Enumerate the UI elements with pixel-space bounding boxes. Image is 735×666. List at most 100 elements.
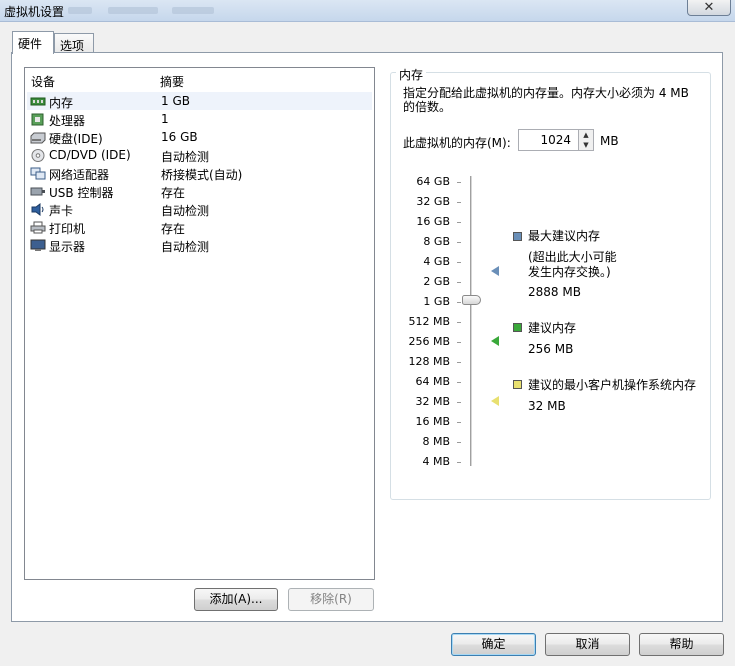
slider-tick-mark bbox=[457, 282, 461, 283]
memory-field-unit: MB bbox=[600, 134, 619, 148]
title-ghost-text bbox=[68, 7, 92, 14]
max-recommended-legend-icon bbox=[513, 232, 522, 241]
recommended-legend-icon bbox=[513, 323, 522, 332]
memory-size-value: 1024 bbox=[540, 133, 571, 147]
close-icon: ✕ bbox=[703, 0, 715, 15]
slider-tick-mark bbox=[457, 362, 461, 363]
cancel-button[interactable]: 取消 bbox=[545, 633, 630, 656]
recommended-marker-icon bbox=[491, 336, 499, 346]
memory-description: 指定分配给此虚拟机的内存量。内存大小必须为 4 MB 的倍数。 bbox=[403, 86, 689, 114]
device-name: USB 控制器 bbox=[49, 186, 114, 200]
add-device-button[interactable]: 添加(A)... bbox=[194, 588, 278, 611]
max-recommended-value: 2888 MB bbox=[528, 285, 581, 299]
slider-tick-mark bbox=[457, 202, 461, 203]
device-summary: 16 GB bbox=[161, 130, 198, 144]
min-guest-os-value: 32 MB bbox=[528, 399, 566, 413]
device-row-printer[interactable]: 打印机 存在 bbox=[27, 218, 372, 236]
min-guest-os-marker-icon bbox=[491, 396, 499, 406]
slider-tick-mark bbox=[457, 222, 461, 223]
title-ghost-text bbox=[108, 7, 158, 14]
device-row-display[interactable]: 显示器 自动检测 bbox=[27, 236, 372, 254]
slider-tick-label: 16 MB bbox=[415, 415, 450, 428]
device-summary: 自动检测 bbox=[161, 150, 210, 164]
slider-tick-label: 16 GB bbox=[416, 215, 450, 228]
slider-tick-label: 4 MB bbox=[422, 455, 450, 468]
device-name: 声卡 bbox=[49, 204, 74, 218]
title-ghost-text bbox=[172, 7, 214, 14]
window-title: 虚拟机设置 bbox=[4, 5, 65, 19]
usb-controller-icon bbox=[30, 187, 45, 196]
slider-tick-label: 128 MB bbox=[408, 355, 450, 368]
network-adapter-icon bbox=[30, 167, 46, 180]
tab-options-label: 选项 bbox=[60, 39, 85, 53]
slider-tick-mark bbox=[457, 402, 461, 403]
tab-hardware-label: 硬件 bbox=[18, 37, 43, 51]
recommended-label: 建议内存 bbox=[528, 321, 577, 335]
memory-group-title: 内存 bbox=[396, 66, 427, 83]
slider-tick-mark bbox=[457, 262, 461, 263]
device-name: 处理器 bbox=[49, 114, 86, 128]
min-guest-os-label: 建议的最小客户机操作系统内存 bbox=[528, 378, 697, 392]
slider-tick-label: 64 GB bbox=[416, 175, 450, 188]
remove-device-button[interactable]: 移除(R) bbox=[288, 588, 374, 611]
spin-down-button[interactable]: ▼ bbox=[578, 140, 593, 150]
slider-tick-mark bbox=[457, 182, 461, 183]
close-button[interactable]: ✕ bbox=[687, 0, 731, 16]
min-guest-os-legend-icon bbox=[513, 380, 522, 389]
slider-tick-mark bbox=[457, 422, 461, 423]
chevron-up-icon: ▲ bbox=[583, 131, 589, 139]
device-row-hard-disk[interactable]: 硬盘(IDE) 16 GB bbox=[27, 128, 372, 146]
memory-icon bbox=[30, 97, 46, 106]
slider-tick-label: 32 MB bbox=[415, 395, 450, 408]
device-name: 内存 bbox=[49, 96, 74, 110]
column-header-summary[interactable]: 摘要 bbox=[160, 73, 184, 90]
device-list-header: 设备 摘要 bbox=[25, 70, 374, 90]
recommended-value: 256 MB bbox=[528, 342, 574, 356]
device-row-cd-dvd[interactable]: CD/DVD (IDE) 自动检测 bbox=[27, 146, 372, 164]
max-recommended-label: 最大建议内存 bbox=[528, 229, 601, 243]
device-name: 硬盘(IDE) bbox=[49, 132, 103, 146]
max-recommended-note-line2: 发生内存交换。) bbox=[528, 265, 611, 279]
slider-tick-mark bbox=[457, 382, 461, 383]
processor-icon bbox=[31, 113, 44, 126]
slider-tick-label: 2 GB bbox=[423, 275, 450, 288]
slider-tick-label: 4 GB bbox=[423, 255, 450, 268]
printer-icon bbox=[30, 221, 46, 234]
device-row-network-adapter[interactable]: 网络适配器 桥接模式(自动) bbox=[27, 164, 372, 182]
display-icon bbox=[30, 239, 46, 251]
column-header-device[interactable]: 设备 bbox=[31, 73, 55, 90]
device-row-memory[interactable]: 内存 1 GB bbox=[27, 92, 372, 110]
device-summary: 存在 bbox=[161, 222, 186, 236]
title-bar: 虚拟机设置 ✕ bbox=[0, 0, 735, 22]
device-name: 显示器 bbox=[49, 240, 86, 254]
device-row-sound-card[interactable]: 声卡 自动检测 bbox=[27, 200, 372, 218]
device-row-usb-controller[interactable]: USB 控制器 存在 bbox=[27, 182, 372, 200]
device-summary: 自动检测 bbox=[161, 204, 210, 218]
device-summary: 存在 bbox=[161, 186, 186, 200]
device-list[interactable]: 设备 摘要 内存 1 GB 处理器 1 硬盘(IDE) 16 GB CD/DVD… bbox=[24, 67, 375, 580]
hard-disk-icon bbox=[30, 132, 46, 144]
slider-tick-mark bbox=[457, 442, 461, 443]
memory-slider-thumb[interactable] bbox=[462, 295, 481, 305]
device-name: CD/DVD (IDE) bbox=[49, 148, 131, 162]
slider-tick-label: 32 GB bbox=[416, 195, 450, 208]
max-recommended-marker-icon bbox=[491, 266, 499, 276]
device-summary: 自动检测 bbox=[161, 240, 210, 254]
max-recommended-note-line1: (超出此大小可能 bbox=[528, 250, 617, 264]
chevron-down-icon: ▼ bbox=[583, 141, 589, 149]
slider-tick-mark bbox=[457, 242, 461, 243]
device-summary: 1 GB bbox=[161, 94, 190, 108]
help-button[interactable]: 帮助 bbox=[639, 633, 724, 656]
memory-slider-track[interactable] bbox=[470, 176, 472, 466]
ok-button[interactable]: 确定 bbox=[451, 633, 536, 656]
device-row-processor[interactable]: 处理器 1 bbox=[27, 110, 372, 128]
slider-tick-mark bbox=[457, 302, 461, 303]
slider-tick-label: 1 GB bbox=[423, 295, 450, 308]
tab-options[interactable]: 选项 bbox=[54, 33, 94, 53]
device-name: 打印机 bbox=[49, 222, 86, 236]
slider-tick-label: 64 MB bbox=[415, 375, 450, 388]
memory-size-input[interactable]: 1024 ▲ ▼ bbox=[518, 129, 594, 151]
slider-tick-label: 512 MB bbox=[408, 315, 450, 328]
spin-up-button[interactable]: ▲ bbox=[578, 130, 593, 140]
tab-hardware[interactable]: 硬件 bbox=[12, 31, 54, 54]
